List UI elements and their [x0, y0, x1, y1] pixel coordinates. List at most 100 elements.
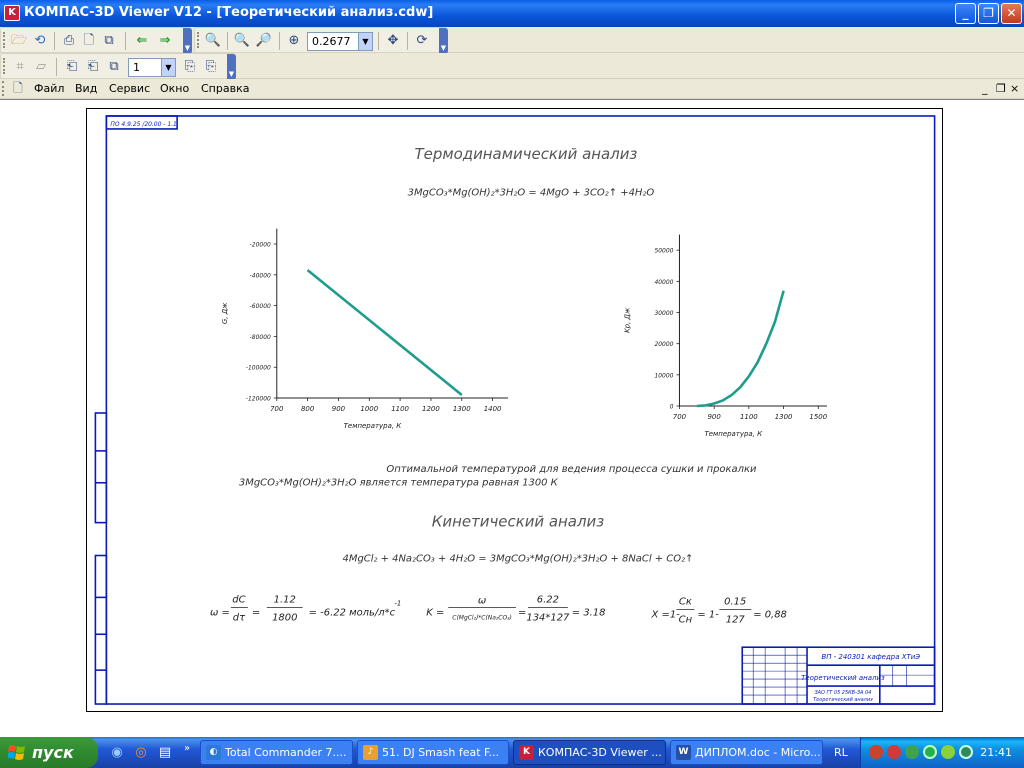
system-tray: 21:41: [860, 737, 1024, 768]
system-clock[interactable]: 21:41: [980, 746, 1012, 759]
rate-formula-den-1: dτ: [233, 612, 246, 623]
refresh-document-icon[interactable]: ⟲: [31, 32, 49, 50]
start-label: пуск: [32, 743, 74, 762]
kompas-app-icon[interactable]: K: [4, 5, 20, 21]
chevron-down-icon[interactable]: ▼: [358, 33, 372, 50]
decomposition-equation: 3MgCO₃*Mg(OH)₂*3H₂O = 4MgO + 3CO₂↑ +4H₂O: [408, 188, 655, 199]
rate-formula-num-1: dC: [232, 594, 245, 605]
zoom-window-icon[interactable]: 🔍: [204, 32, 222, 50]
next-page-icon[interactable]: ⎘: [181, 58, 199, 76]
toolbar-overflow-chevron[interactable]: ▼: [439, 28, 448, 54]
minimize-button[interactable]: _: [955, 3, 976, 24]
zoom-in-icon[interactable]: ⊕: [285, 32, 303, 50]
svg-text:=: =: [252, 607, 260, 618]
menu-view[interactable]: Вид: [75, 82, 97, 95]
eraser-icon[interactable]: ▱: [32, 58, 50, 76]
windows-flag-icon: [8, 745, 25, 760]
previous-page-icon[interactable]: ⎗: [84, 58, 102, 76]
task-kompas-viewer[interactable]: K КОМПАС-3D Viewer ...: [513, 740, 666, 765]
copy-pages-icon[interactable]: ⧉: [100, 32, 118, 50]
left-margin-strip-upper: [94, 412, 108, 524]
gibbs-y-tick-label: -60000: [250, 303, 271, 310]
rate-constant-lhs: K =: [426, 607, 444, 618]
open-folder-icon[interactable]: 🗁: [10, 32, 28, 50]
language-indicator[interactable]: RL: [834, 746, 848, 759]
toolbar-grip[interactable]: [197, 32, 200, 48]
rate-formula-lhs: ω =: [210, 607, 230, 618]
toolbar-separator: [54, 32, 55, 50]
gibbs-x-tick-label: 1100: [391, 405, 409, 413]
task-word-document[interactable]: W ДИПЛОМ.doc - Micro...: [670, 740, 823, 765]
kp-series-line: [696, 290, 785, 408]
pan-move-icon[interactable]: ✥: [384, 32, 402, 50]
tree-icon[interactable]: ⌗: [11, 58, 29, 76]
toolbar-separator: [378, 32, 379, 50]
antivirus-tray-icon[interactable]: [887, 745, 901, 759]
page-number-combo[interactable]: 1 ▼: [128, 58, 176, 77]
toolbar-separator: [56, 58, 57, 76]
redraw-icon[interactable]: ⟳: [413, 32, 431, 50]
title-bar[interactable]: K КОМПАС-3D Viewer V12 - [Теоретический …: [0, 0, 1024, 27]
quick-launch-overflow-icon[interactable]: »: [178, 740, 196, 758]
view-toolbar: 🔍 🔍 🔎 ⊕ 0.2677 ▼ ✥ ⟳ ▼: [194, 27, 448, 54]
conclusion-line-1: Оптимальной температурой для ведения про…: [386, 464, 757, 475]
toolbar-grip[interactable]: [3, 32, 6, 48]
media-tray-icon[interactable]: [941, 745, 955, 759]
gibbs-y-tick-label: -20000: [250, 241, 271, 248]
zoom-previous-icon[interactable]: 🔎: [255, 32, 273, 50]
rate-constant-formula: K = ω C(MgCl₂)*C(Na₂CO₃) = 6.22 134*127 …: [426, 594, 605, 623]
network-tray-icon[interactable]: [869, 745, 883, 759]
back-arrow-icon[interactable]: ⇐: [133, 32, 151, 50]
toolbar-row-pages: ⌗ ▱ ⎗ ⎗ ⧉ 1 ▼ ⎘ ⎘ ▼: [0, 53, 1024, 80]
start-button[interactable]: пуск: [0, 737, 98, 768]
toolbar-overflow-chevron[interactable]: ▼: [227, 54, 236, 80]
toolbar-grip[interactable]: [3, 58, 6, 74]
quick-launch-icon[interactable]: ◉: [108, 744, 126, 762]
gibbs-x-tick-label: 700: [270, 405, 284, 413]
music-player-icon: ♪: [363, 745, 378, 760]
first-page-icon[interactable]: ⎗: [63, 58, 81, 76]
conversion-formula: X =1- Cк Cн = 1- 0.15 127 = 0,88: [651, 596, 787, 625]
print-preview-icon[interactable]: 🗋: [80, 32, 98, 50]
sync-tray-icon[interactable]: [959, 745, 973, 759]
drawing-sheet[interactable]: ПО 4.9.25 /20.00 - 1.1 Термодинамический…: [86, 108, 943, 712]
menu-file[interactable]: Файл: [34, 82, 64, 95]
task-music-player[interactable]: ♪ 51. DJ Smash feat F...: [357, 740, 509, 765]
toolbar-overflow-chevron[interactable]: ▼: [183, 28, 192, 54]
rate-constant-rhs: = 3.18: [572, 607, 606, 618]
rate-formula-num-2: 1.12: [274, 594, 296, 605]
green-circle-tray-icon[interactable]: [923, 745, 937, 759]
mdi-restore-button[interactable]: ❐: [996, 82, 1006, 95]
task-kompas-viewer-label: КОМПАС-3D Viewer ...: [538, 746, 662, 759]
toolbar-row-standard: 🗁 ⟲ ⎙ 🗋 ⧉ ⇐ ⇒ ▼ 🔍 🔍 🔎 ⊕ 0.2677 ▼ ✥ ⟳ ▼: [0, 27, 1024, 54]
zoom-fit-icon[interactable]: 🔍: [233, 32, 251, 50]
last-page-icon[interactable]: ⎘: [202, 58, 220, 76]
zoom-scale-combo[interactable]: 0.2677 ▼: [307, 32, 373, 51]
task-total-commander[interactable]: ◐ Total Commander 7....: [200, 740, 353, 765]
zoom-scale-value: 0.2677: [312, 35, 351, 48]
kp-y-tick-label: 0: [670, 404, 674, 411]
rate-constant-den-2: 134*127: [526, 612, 570, 623]
media-quick-launch-icon[interactable]: ▤: [156, 744, 174, 762]
mdi-close-button[interactable]: ×: [1010, 82, 1019, 95]
forward-arrow-icon[interactable]: ⇒: [156, 32, 174, 50]
total-commander-icon: ◐: [206, 745, 221, 760]
menu-window[interactable]: Окно: [160, 82, 189, 95]
page-number-value: 1: [133, 61, 140, 74]
maximize-button[interactable]: ❐: [978, 3, 999, 24]
menu-help[interactable]: Справка: [201, 82, 249, 95]
mdi-minimize-button[interactable]: _: [982, 82, 988, 95]
chevron-down-icon[interactable]: ▼: [161, 59, 175, 76]
rate-formula: ω = dC dτ = 1.12 1800 = -6.22 моль/л*с -…: [210, 594, 401, 623]
close-button[interactable]: ✕: [1001, 3, 1022, 24]
menu-grip[interactable]: [2, 81, 5, 96]
stamp-corner-text: ПО 4.9.25 /20.00 - 1.1: [110, 121, 177, 128]
gibbs-energy-chart: 700 800 900 1000 1100 1200 1300 1400 -20000 -4000…: [221, 228, 509, 430]
document-icon[interactable]: 🗋: [10, 80, 26, 96]
menu-service[interactable]: Сервис: [109, 82, 150, 95]
print-icon[interactable]: ⎙: [60, 32, 78, 50]
browser-quick-launch-icon[interactable]: ◎: [132, 744, 150, 762]
page-layout-icon[interactable]: ⧉: [105, 58, 123, 76]
update-tray-icon[interactable]: [905, 745, 919, 759]
title-block-org-2: Теоретический анализ: [813, 697, 873, 703]
